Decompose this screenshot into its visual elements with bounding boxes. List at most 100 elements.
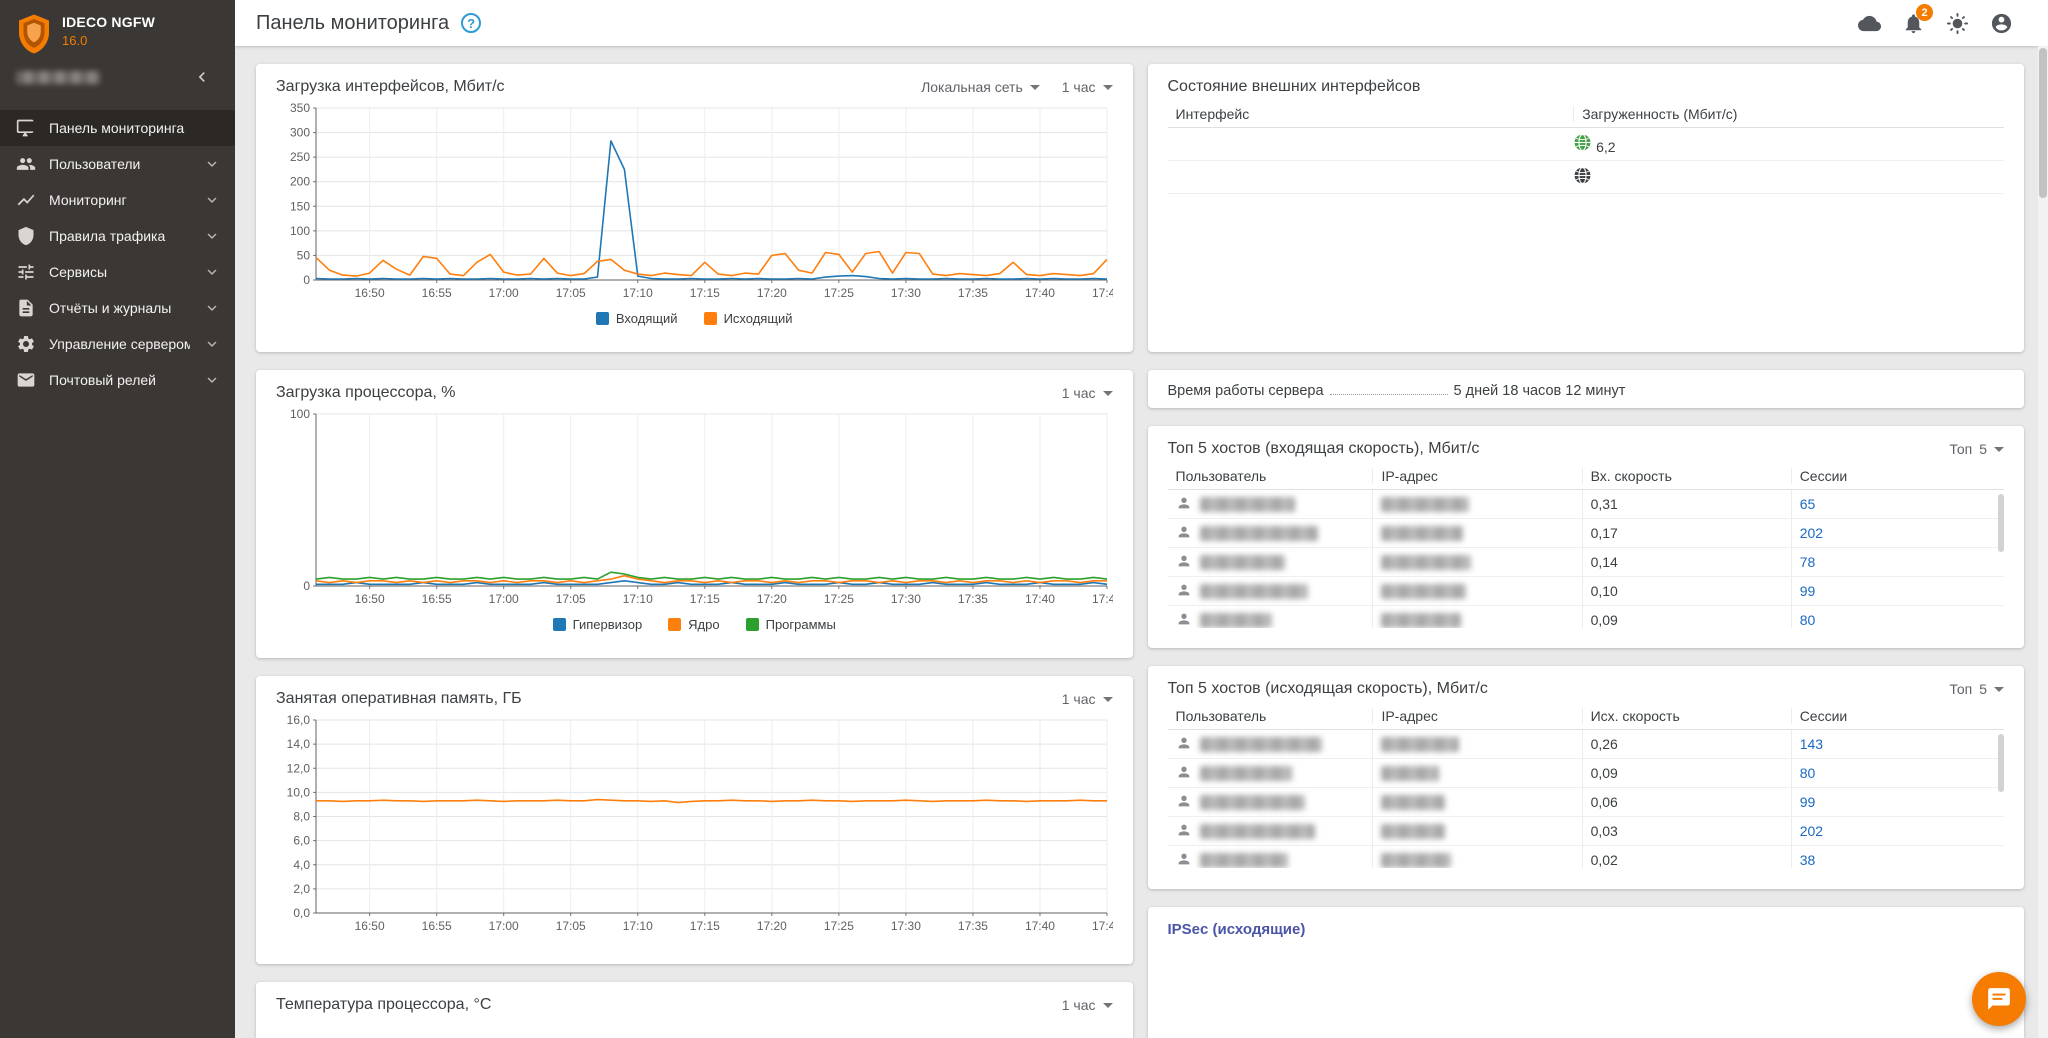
sessions-link[interactable]: 202 <box>1800 525 1823 541</box>
redacted-username <box>1199 794 1305 810</box>
user-icon <box>1176 553 1192 572</box>
theme-sun-icon[interactable] <box>1944 10 1970 36</box>
legend-item: Исходящий <box>703 311 793 326</box>
svg-text:12,0: 12,0 <box>287 761 311 775</box>
sidebar-item-monitoring[interactable]: Мониторинг <box>0 182 235 218</box>
svg-text:17:25: 17:25 <box>824 592 854 606</box>
sessions-link[interactable]: 99 <box>1800 583 1816 599</box>
ipsec-title-link[interactable]: IPSec (исходящие) <box>1168 921 2005 938</box>
redacted-ip-address <box>1381 852 1452 868</box>
user-icon <box>1176 822 1192 841</box>
account-icon[interactable] <box>1988 10 2014 36</box>
sessions-link[interactable]: 80 <box>1800 765 1816 781</box>
table-row: 0,03 202 <box>1167 817 2004 846</box>
top-count-dropdown[interactable]: Топ 5 <box>1949 441 2004 457</box>
chevron-down-icon <box>203 227 221 245</box>
redacted-ip-address <box>1381 554 1472 570</box>
sidebar-item-server-management[interactable]: Управление сервером <box>0 326 235 362</box>
table-header-row: Пользователь IP-адрес Исх. скорость Сесс… <box>1167 702 2004 730</box>
legend-swatch-icon <box>703 312 717 325</box>
sessions-link[interactable]: 38 <box>1800 852 1816 868</box>
collapse-sidebar-button[interactable] <box>189 64 215 90</box>
page-scrollbar-track[interactable] <box>2038 46 2048 1038</box>
right-column: Состояние внешних интерфейсов Интерфейс … <box>1147 64 2024 1038</box>
period-select-value: 1 час <box>1061 79 1096 95</box>
svg-text:17:35: 17:35 <box>958 592 988 606</box>
column-header: Пользователь <box>1175 707 1267 724</box>
chevron-down-icon <box>1102 1002 1113 1008</box>
sessions-link[interactable]: 202 <box>1800 823 1823 839</box>
redacted-ip-address <box>1381 736 1460 752</box>
svg-text:16:55: 16:55 <box>422 919 452 933</box>
interface-load-value: 6,2 <box>1596 139 1616 155</box>
card-title: Состояние внешних интерфейсов <box>1167 78 1421 95</box>
period-select-dropdown[interactable]: 1 час <box>1062 997 1113 1013</box>
sessions-link[interactable]: 143 <box>1800 736 1823 752</box>
sessions-link[interactable]: 65 <box>1800 496 1816 512</box>
redacted-username <box>1199 525 1318 541</box>
sessions-link[interactable]: 78 <box>1800 554 1816 570</box>
help-icon[interactable]: ? <box>461 13 482 33</box>
sidebar-item-users[interactable]: Пользователи <box>0 146 235 182</box>
sidebar-item-reports[interactable]: Отчёты и журналы <box>0 290 235 326</box>
sidebar-item-services[interactable]: Сервисы <box>0 254 235 290</box>
svg-text:350: 350 <box>290 101 310 115</box>
sidebar-item-traffic-rules[interactable]: Правила трафика <box>0 218 235 254</box>
period-select-dropdown[interactable]: 1 час <box>1062 79 1113 95</box>
svg-text:17:20: 17:20 <box>757 919 787 933</box>
page-scrollbar-thumb[interactable] <box>2039 48 2047 198</box>
legend-item: Ядро <box>668 617 720 632</box>
redacted-ip-address <box>1381 612 1462 628</box>
redacted-username <box>1199 765 1292 781</box>
legend-swatch-icon <box>595 312 609 325</box>
redacted-username <box>1199 496 1295 512</box>
table-scrollbar-thumb[interactable] <box>1998 494 2004 552</box>
legend-label: Программы <box>765 617 836 632</box>
legend-label: Исходящий <box>723 311 793 326</box>
svg-text:4,0: 4,0 <box>293 858 310 872</box>
svg-text:200: 200 <box>290 175 310 189</box>
svg-text:17:35: 17:35 <box>958 286 988 300</box>
card-title: Загрузка интерфейсов, Мбит/с <box>276 78 505 95</box>
shield-icon <box>16 226 36 246</box>
sidebar-item-mail-relay[interactable]: Почтовый релей <box>0 362 235 398</box>
table-scrollbar-thumb[interactable] <box>1998 734 2004 792</box>
legend-item: Входящий <box>595 311 678 326</box>
product-version: 16.0 <box>62 33 88 48</box>
legend-swatch-icon <box>745 618 759 631</box>
chevron-down-icon <box>1029 84 1040 90</box>
chevron-down-icon <box>203 335 221 353</box>
support-chat-button[interactable] <box>1972 972 2026 1026</box>
top5-outgoing-card: Топ 5 хостов (исходящая скорость), Мбит/… <box>1147 666 2024 889</box>
sessions-link[interactable]: 80 <box>1800 612 1816 628</box>
period-select-value: 1 час <box>1061 691 1096 707</box>
speed-value: 0,02 <box>1581 846 1791 868</box>
sessions-link[interactable]: 99 <box>1800 794 1816 810</box>
column-header: IP-адрес <box>1372 467 1581 484</box>
chevron-down-icon <box>203 155 221 173</box>
svg-text:50: 50 <box>297 248 311 262</box>
notifications-bell-icon[interactable]: 2 <box>1900 4 1933 36</box>
chart-legend: Входящий Исходящий <box>276 311 1113 326</box>
period-select-dropdown[interactable]: 1 час <box>1062 691 1113 707</box>
redacted-username <box>1199 554 1285 570</box>
column-header: IP-адрес <box>1372 707 1581 724</box>
sidebar-item-dashboard[interactable]: Панель мониторинга <box>0 110 235 146</box>
top-count-dropdown[interactable]: Топ 5 <box>1949 681 2004 697</box>
speed-value: 0,03 <box>1581 817 1791 845</box>
legend-item: Программы <box>745 617 836 632</box>
svg-text:10,0: 10,0 <box>287 785 311 799</box>
column-header: Пользователь <box>1175 467 1267 484</box>
svg-text:150: 150 <box>290 199 310 213</box>
gear-icon <box>16 334 36 354</box>
cloud-status-icon[interactable] <box>1856 10 1882 36</box>
svg-text:17:45: 17:45 <box>1092 592 1113 606</box>
brand-block: IDECO NGFW 16.0 <box>62 14 155 48</box>
sidebar-item-label: Управление сервером <box>49 336 190 352</box>
network-select-dropdown[interactable]: Локальная сеть <box>921 79 1040 95</box>
period-select-dropdown[interactable]: 1 час <box>1062 385 1113 401</box>
legend-label: Ядро <box>688 617 720 632</box>
redacted-ip-address <box>1381 823 1446 839</box>
speed-value: 0,06 <box>1581 788 1791 816</box>
table-row: 0,26 143 <box>1167 730 2004 759</box>
